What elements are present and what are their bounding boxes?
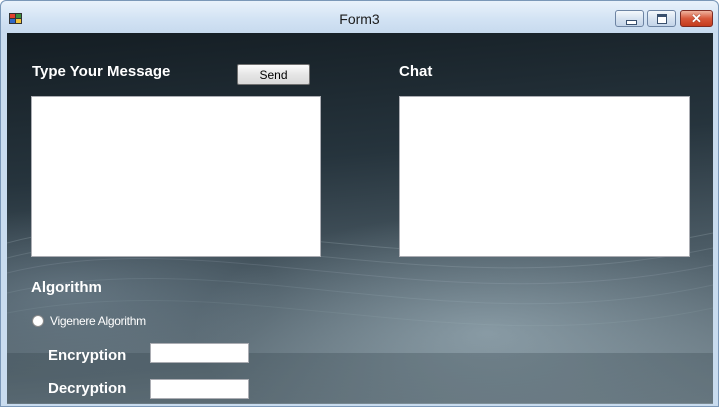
encryption-label: Encryption bbox=[48, 347, 127, 364]
maximize-icon bbox=[648, 11, 675, 26]
vigenere-radio-label[interactable]: Vigenere Algorithm bbox=[50, 314, 146, 328]
decryption-label: Decryption bbox=[48, 380, 127, 397]
decryption-field[interactable] bbox=[150, 379, 249, 399]
window-title: Form3 bbox=[339, 11, 380, 27]
close-icon: ✕ bbox=[691, 11, 702, 26]
minimize-icon bbox=[616, 11, 643, 26]
minimize-button[interactable] bbox=[615, 10, 644, 27]
chat-display[interactable] bbox=[399, 96, 690, 257]
message-input[interactable] bbox=[31, 96, 321, 257]
message-label: Type Your Message bbox=[32, 63, 171, 80]
close-button[interactable]: ✕ bbox=[680, 10, 713, 27]
chat-label: Chat bbox=[399, 63, 433, 80]
send-button[interactable]: Send bbox=[237, 64, 310, 85]
encryption-field[interactable] bbox=[150, 343, 249, 363]
vigenere-radio[interactable] bbox=[32, 315, 44, 327]
title-bar[interactable]: Form3 ✕ bbox=[1, 1, 718, 33]
algorithm-label: Algorithm bbox=[31, 279, 102, 296]
maximize-button[interactable] bbox=[647, 10, 676, 27]
form-client-area: Type Your Message Send Chat Algorithm Vi… bbox=[7, 33, 713, 404]
form3-window: Form3 ✕ Type Your Message Send Chat Algo… bbox=[0, 0, 719, 407]
